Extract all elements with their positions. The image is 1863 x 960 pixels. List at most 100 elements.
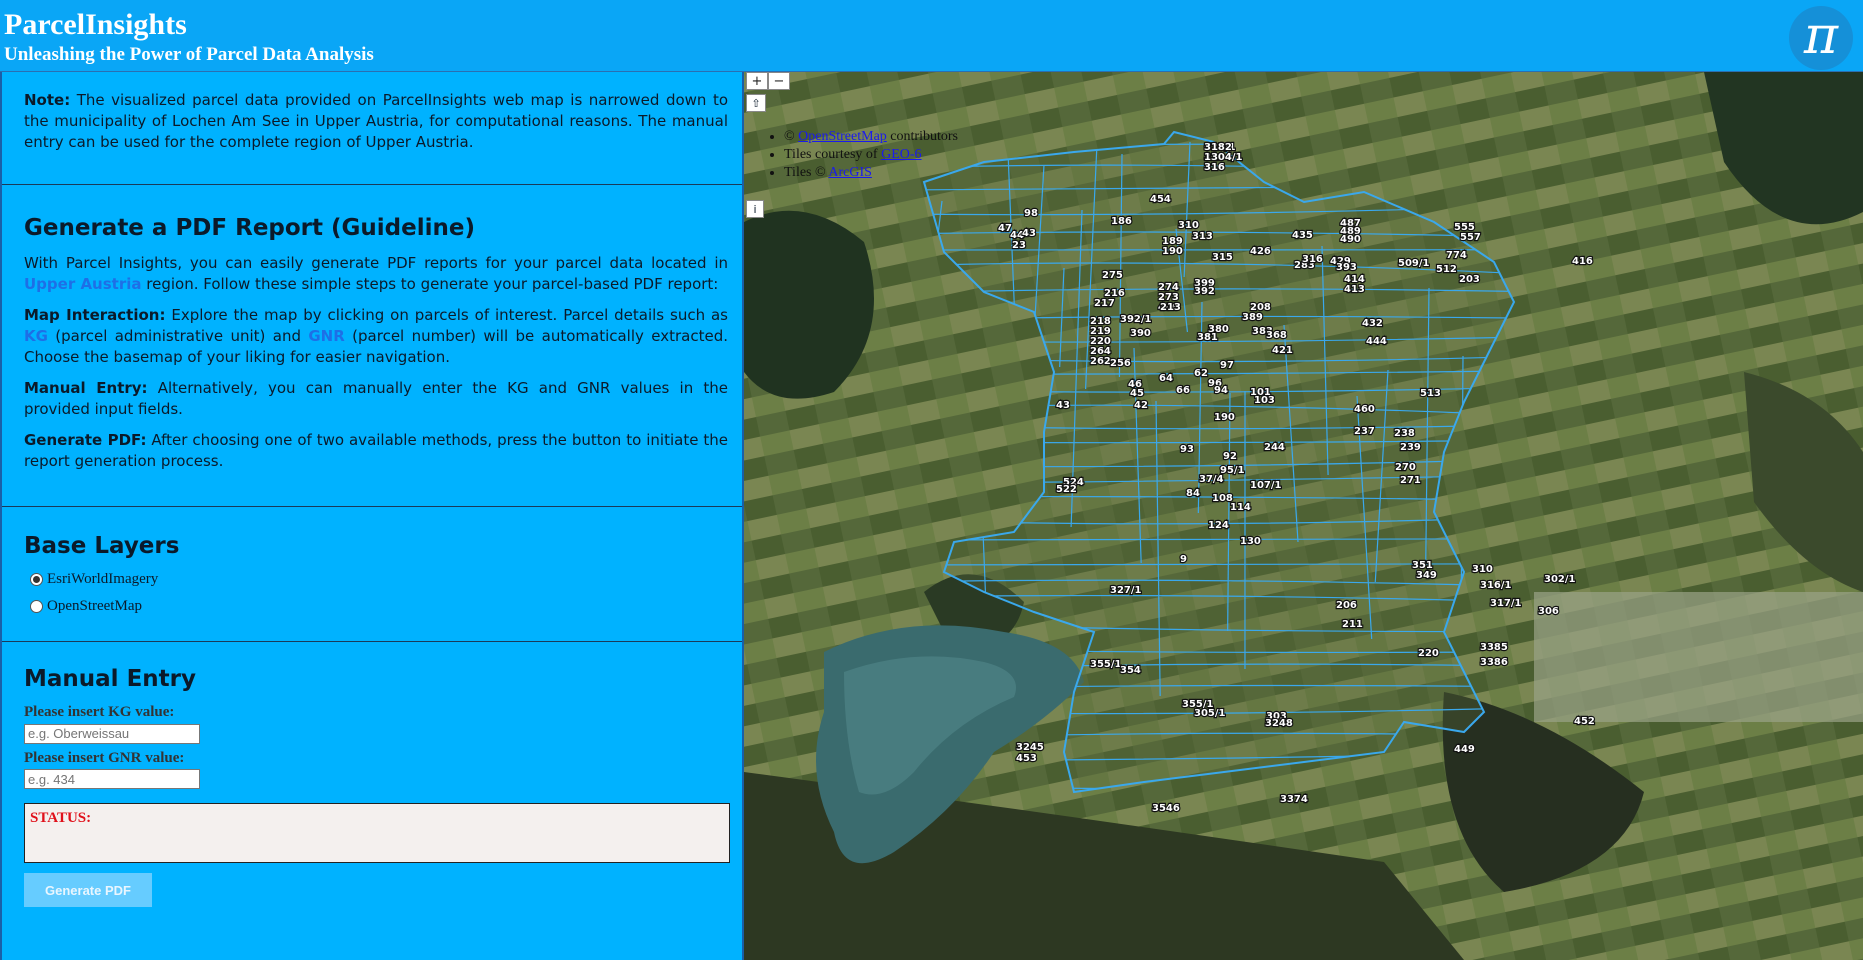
step-generate-pdf: Generate PDF: After choosing one of two … — [24, 430, 728, 472]
base-layers-section: Base Layers EsriWorldImagery OpenStreetM… — [2, 507, 742, 642]
radio-osm[interactable] — [30, 600, 43, 613]
parcel-number-label: 305/1 — [1194, 708, 1226, 719]
map-attribution: © OpenStreetMap contributors Tiles court… — [764, 128, 958, 182]
parcel-number-label: 43 — [1056, 400, 1070, 411]
parcel-number-label: 392/1 — [1120, 314, 1152, 325]
attribution-arcgis: Tiles © ArcGIS — [784, 164, 958, 182]
step1-text: Explore the map by clicking on parcels o… — [165, 306, 728, 324]
layer-option-esri[interactable]: EsriWorldImagery — [30, 571, 728, 588]
parcel-number-label: 454 — [1150, 194, 1171, 205]
parcel-number-label: 130 — [1240, 536, 1261, 547]
parcel-number-label: 275 — [1102, 270, 1123, 281]
parcel-number-label: 1304/1 — [1204, 152, 1242, 163]
parcel-number-label: 42 — [1134, 400, 1148, 411]
layer-label-esri: EsriWorldImagery — [47, 571, 159, 587]
home-button[interactable]: ⇧ — [746, 94, 766, 112]
parcel-number-label: 390 — [1130, 328, 1151, 339]
parcel-number-label: 9 — [1180, 554, 1187, 565]
note-body: The visualized parcel data provided on P… — [24, 91, 728, 151]
zoom-out-button[interactable]: − — [768, 72, 790, 90]
step1-text-b: (parcel administrative unit) and — [47, 327, 309, 345]
step2-label: Manual Entry: — [24, 379, 148, 397]
parcel-number-label: 449 — [1454, 744, 1475, 755]
parcel-number-label: 23 — [1012, 240, 1026, 251]
parcel-number-label: 512 — [1436, 264, 1457, 275]
parcel-number-label: 306 — [1538, 606, 1559, 617]
note-label: Note: — [24, 91, 71, 109]
parcel-number-label: 238 — [1394, 428, 1415, 439]
parcel-number-label: 389 — [1242, 312, 1263, 323]
step1-label: Map Interaction: — [24, 306, 166, 324]
gnr-highlight: GNR — [308, 327, 345, 345]
gnr-input[interactable] — [24, 769, 200, 789]
attribution-geo6: Tiles courtesy of GEO-6 — [784, 146, 958, 164]
app-subtitle: Unleashing the Power of Parcel Data Anal… — [4, 44, 374, 65]
parcel-number-label: 3386 — [1480, 657, 1508, 668]
parcel-map[interactable]: 621/1 319 316 454 98 186 310 313 487 489 490 555 557… — [744, 72, 1863, 960]
base-layers-heading: Base Layers — [24, 533, 180, 559]
parcel-number-label: 3374 — [1280, 794, 1308, 805]
manual-entry-heading: Manual Entry — [24, 666, 196, 692]
satellite-map-canvas[interactable]: 621/131931645498186 310313487489490555557… — [744, 72, 1863, 960]
parcel-number-label: 239 — [1400, 442, 1421, 453]
radio-esri[interactable] — [30, 573, 43, 586]
layer-option-osm[interactable]: OpenStreetMap — [30, 598, 728, 615]
parcel-number-label: 509/1 — [1398, 258, 1430, 269]
status-label: STATUS: — [30, 810, 92, 826]
parcel-number-label: 774 — [1446, 250, 1467, 261]
status-box: STATUS: — [24, 803, 730, 863]
gnr-label: Please insert GNR value: — [24, 749, 185, 766]
step-manual-entry: Manual Entry: Alternatively, you can man… — [24, 378, 728, 420]
intro-text: With Parcel Insights, you can easily gen… — [24, 254, 728, 272]
parcel-number-label: 203 — [1459, 274, 1480, 285]
parcel-number-label: 66 — [1176, 385, 1190, 396]
parcel-number-label: 310 — [1178, 220, 1199, 231]
parcel-number-label: 93 — [1180, 444, 1194, 455]
pi-logo-icon: π — [1789, 6, 1853, 70]
note-text: Note: The visualized parcel data provide… — [24, 90, 728, 153]
parcel-number-label: 256 — [1110, 358, 1131, 369]
parcel-number-label: 513 — [1420, 388, 1441, 399]
parcel-number-label: 413 — [1344, 284, 1365, 295]
step3-label: Generate PDF: — [24, 431, 147, 449]
guideline-heading: Generate a PDF Report (Guideline) — [24, 215, 475, 241]
osm-link[interactable]: OpenStreetMap — [798, 129, 887, 144]
parcel-number-label: 416 — [1572, 256, 1593, 267]
app-header: ParcelInsights Unleashing the Power of P… — [0, 0, 1863, 72]
parcel-number-label: 92 — [1223, 451, 1237, 462]
parcel-number-label: 310 — [1472, 564, 1493, 575]
upper-austria-highlight: Upper Austria — [24, 275, 142, 293]
step-map-interaction: Map Interaction: Explore the map by clic… — [24, 305, 728, 368]
parcel-number-label: 316 — [1302, 254, 1323, 265]
parcel-number-label: 107/1 — [1250, 480, 1282, 491]
parcel-number-label: 114 — [1230, 502, 1251, 513]
parcel-number-label: 211 — [1342, 619, 1363, 630]
zoom-in-button[interactable]: + — [746, 72, 768, 90]
arcgis-link[interactable]: ArcGIS — [828, 165, 872, 180]
parcel-number-label: 316 — [1204, 162, 1225, 173]
geo6-link[interactable]: GEO-6 — [881, 147, 921, 162]
parcel-number-label: 426 — [1250, 246, 1271, 257]
parcel-number-label: 522 — [1056, 484, 1077, 495]
kg-input[interactable] — [24, 723, 200, 744]
parcel-number-label: 460 — [1354, 404, 1375, 415]
parcel-number-label: 213 — [1160, 302, 1181, 313]
parcel-number-label: 237 — [1354, 426, 1375, 437]
parcel-number-label: 84 — [1186, 488, 1200, 499]
parcel-number-label: 3248 — [1265, 718, 1293, 729]
info-button[interactable]: i — [746, 200, 764, 218]
kg-label: Please insert KG value: — [24, 704, 175, 720]
parcel-number-label: 206 — [1336, 600, 1357, 611]
parcel-number-label: 452 — [1574, 716, 1595, 727]
parcel-number-label: 327/1 — [1110, 585, 1142, 596]
parcel-number-label: 313 — [1192, 231, 1213, 242]
parcel-number-label: 262 — [1090, 356, 1111, 367]
generate-pdf-button[interactable]: Generate PDF — [24, 873, 152, 907]
parcel-number-label: 432 — [1362, 318, 1383, 329]
parcel-number-label: 3546 — [1152, 803, 1180, 814]
parcel-number-label: 3245 — [1016, 742, 1044, 753]
parcel-number-label: 95/1 — [1220, 465, 1245, 476]
parcel-number-label: 186 — [1111, 216, 1132, 227]
sidebar: Note: The visualized parcel data provide… — [0, 72, 744, 960]
parcel-number-label: 37/4 — [1199, 474, 1224, 485]
